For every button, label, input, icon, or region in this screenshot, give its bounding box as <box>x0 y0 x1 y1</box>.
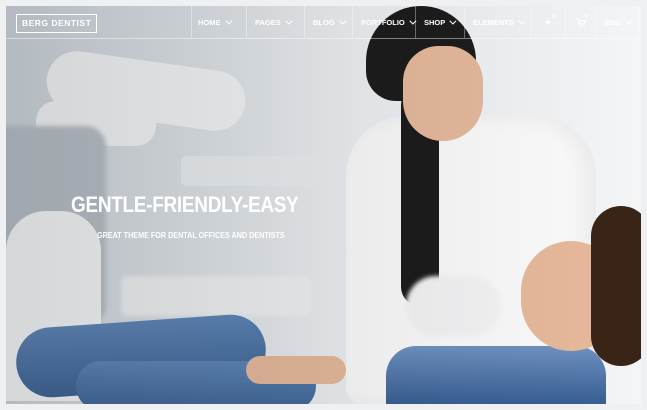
language-label: ENG <box>605 17 622 27</box>
site-logo[interactable]: BERG DENTIST <box>16 14 98 33</box>
cart-button[interactable]: 0 <box>565 6 596 38</box>
menu-item-pages[interactable]: PAGES <box>246 6 304 38</box>
main-menu: HOME PAGES BLOG PORTFOLIO SHOP ELEMENTS … <box>191 6 647 38</box>
menu-item-home[interactable]: HOME <box>191 6 246 38</box>
chevron-down-icon <box>625 17 633 25</box>
chevron-down-icon <box>285 17 293 25</box>
chevron-down-icon <box>449 17 457 25</box>
chevron-down-icon <box>518 17 526 25</box>
hero-title: GENTLE-FRIENDLY-EASY <box>71 192 299 217</box>
menu-label: SHOP <box>424 17 446 27</box>
language-selector[interactable]: ENG <box>596 6 639 38</box>
menu-item-portfolio[interactable]: PORTFOLIO <box>352 6 417 38</box>
menu-item-shop[interactable]: SHOP <box>415 6 464 38</box>
menu-label: PORTFOLIO <box>361 17 405 27</box>
menu-item-blog[interactable]: BLOG <box>304 6 352 38</box>
menu-label: PAGES <box>255 17 281 27</box>
star-icon: ★ <box>543 16 553 27</box>
menu-item-elements[interactable]: ELEMENTS <box>464 6 530 38</box>
hero-subtitle: GREAT THEME FOR DENTAL OFFICES AND DENTI… <box>97 231 285 240</box>
wishlist-button[interactable]: ★ 0 <box>530 6 565 38</box>
menu-label: HOME <box>198 17 221 27</box>
cart-count-badge: 0 <box>585 14 588 20</box>
chevron-down-icon <box>339 17 347 25</box>
menu-label: ELEMENTS <box>473 17 514 27</box>
chevron-down-icon <box>224 17 232 25</box>
search-button[interactable] <box>639 6 647 38</box>
top-navigation: BERG DENTIST HOME PAGES BLOG PORTFOLIO S… <box>6 6 641 39</box>
wishlist-count-badge: 0 <box>552 14 555 20</box>
menu-label: BLOG <box>313 17 335 27</box>
